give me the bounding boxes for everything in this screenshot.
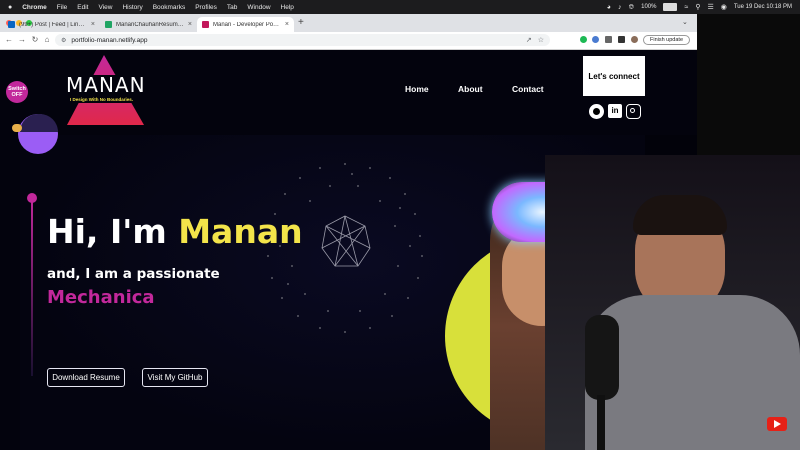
lets-connect-button[interactable]: Let's connect bbox=[583, 56, 645, 96]
address-bar[interactable]: ⚙ portfolio-manan.netlify.app ↗ ☆ bbox=[55, 34, 550, 46]
control-icon[interactable]: ◕ bbox=[607, 4, 611, 11]
menu-bookmarks[interactable]: Bookmarks bbox=[153, 4, 186, 11]
logo-wordmark: MANAN bbox=[66, 73, 146, 97]
theme-switch-button[interactable]: Switch OFF bbox=[6, 81, 28, 103]
visit-github-label: Visit My GitHub bbox=[147, 373, 203, 382]
browser-tab-strip: (99+) Post | Feed | LinkedIn × MananChau… bbox=[0, 14, 697, 32]
extensions-puzzle-icon[interactable] bbox=[605, 36, 612, 43]
menu-tab[interactable]: Tab bbox=[227, 4, 237, 11]
extension-blue-icon[interactable] bbox=[592, 36, 599, 43]
finish-update-button[interactable]: Finish update bbox=[643, 35, 690, 45]
new-tab-plus-icon[interactable]: + bbox=[298, 17, 304, 29]
logo-tagline: I Design With No Boundaries. bbox=[70, 97, 133, 102]
menu-chrome[interactable]: Chrome bbox=[22, 4, 47, 11]
tab-portfolio[interactable]: Manan - Developer Portfolio × bbox=[197, 17, 294, 32]
share-icon[interactable]: ↗ bbox=[526, 36, 532, 44]
microphone-icon bbox=[585, 315, 619, 400]
clock[interactable]: Tue 19 Dec 10:18 PM bbox=[734, 4, 792, 10]
tab-title: Manan - Developer Portfolio bbox=[213, 21, 281, 28]
home-icon[interactable]: ⌂ bbox=[42, 35, 52, 45]
tab-title: (99+) Post | Feed | LinkedIn bbox=[19, 21, 87, 28]
hero-name: Manan bbox=[178, 212, 303, 251]
tab-search-chevron-down-icon[interactable]: ⌄ bbox=[682, 17, 688, 29]
nav-contact[interactable]: Contact bbox=[512, 84, 544, 94]
visit-github-button[interactable]: Visit My GitHub bbox=[142, 368, 208, 387]
bluetooth-icon[interactable]: ⎊ bbox=[629, 4, 635, 11]
close-tab-icon[interactable]: × bbox=[184, 21, 192, 28]
portfolio-favicon-icon bbox=[202, 21, 209, 28]
menu-file[interactable]: File bbox=[57, 4, 67, 11]
menu-view[interactable]: View bbox=[98, 4, 112, 11]
drive-favicon-icon bbox=[105, 21, 112, 28]
spotlight-icon[interactable]: ⚲ bbox=[695, 4, 700, 11]
download-resume-button[interactable]: Download Resume bbox=[47, 368, 125, 387]
youtube-subscribe-icon[interactable] bbox=[767, 417, 787, 431]
url-text[interactable]: portfolio-manan.netlify.app bbox=[71, 37, 147, 44]
scroll-indicator-dot bbox=[27, 193, 37, 203]
github-icon[interactable] bbox=[589, 104, 604, 119]
apple-menu-icon[interactable]: ● bbox=[8, 4, 12, 11]
site-logo[interactable]: MANAN I Design With No Boundaries. bbox=[64, 53, 146, 125]
scroll-indicator bbox=[31, 196, 33, 376]
close-tab-icon[interactable]: × bbox=[87, 21, 95, 28]
tab-title: MananChauhanResume.pdf - bbox=[116, 21, 184, 28]
battery-icon[interactable] bbox=[663, 3, 678, 11]
decorative-lamp-icon bbox=[12, 114, 58, 154]
tab-resume-pdf[interactable]: MananChauhanResume.pdf - × bbox=[100, 17, 197, 32]
extension-green-icon[interactable] bbox=[580, 36, 587, 43]
linkedin-icon[interactable]: in bbox=[608, 104, 622, 118]
menu-profiles[interactable]: Profiles bbox=[195, 4, 217, 11]
control-center-icon[interactable]: ☰ bbox=[707, 4, 713, 11]
tab-linkedin[interactable]: (99+) Post | Feed | LinkedIn × bbox=[3, 17, 100, 32]
audio-icon[interactable]: ♪ bbox=[618, 4, 622, 11]
particle-globe bbox=[267, 163, 423, 333]
hero-role-typing: Mechanica bbox=[47, 287, 155, 308]
menu-window[interactable]: Window bbox=[247, 4, 270, 11]
wifi-icon[interactable]: ≈ bbox=[684, 4, 688, 11]
site-info-icon[interactable]: ⚙ bbox=[61, 37, 66, 44]
menu-history[interactable]: History bbox=[122, 4, 142, 11]
menu-help[interactable]: Help bbox=[281, 4, 294, 11]
profile-avatar[interactable] bbox=[631, 36, 638, 43]
reload-icon[interactable]: ↻ bbox=[30, 35, 40, 45]
browser-toolbar: ← → ↻ ⌂ ⚙ portfolio-manan.netlify.app ↗ … bbox=[0, 32, 697, 50]
instagram-icon[interactable] bbox=[626, 104, 641, 119]
desktop-background bbox=[697, 14, 800, 155]
switch-state-label: OFF bbox=[11, 92, 23, 98]
close-tab-icon[interactable]: × bbox=[281, 21, 289, 28]
bookmark-star-icon[interactable]: ☆ bbox=[538, 36, 544, 44]
nav-home[interactable]: Home bbox=[405, 84, 429, 94]
hero-heading: Hi, I'm Manan bbox=[47, 212, 303, 251]
menu-edit[interactable]: Edit bbox=[77, 4, 88, 11]
sidebar-toggle-icon[interactable] bbox=[618, 36, 625, 43]
siri-icon[interactable]: ◉ bbox=[721, 4, 727, 11]
linkedin-favicon-icon bbox=[8, 21, 15, 28]
nav-about[interactable]: About bbox=[458, 84, 483, 94]
forward-arrow-icon[interactable]: → bbox=[17, 35, 27, 45]
webcam-overlay bbox=[545, 155, 800, 450]
finish-update-label: Finish update bbox=[649, 37, 684, 43]
download-resume-label: Download Resume bbox=[52, 373, 120, 382]
macos-menubar: ● Chrome File Edit View History Bookmark… bbox=[0, 0, 800, 14]
hero-subline: and, I am a passionate bbox=[47, 266, 220, 282]
battery-percent: 100% bbox=[641, 4, 657, 10]
back-arrow-icon[interactable]: ← bbox=[4, 35, 14, 45]
hero-greeting: Hi, I'm bbox=[47, 212, 179, 251]
lets-connect-label: Let's connect bbox=[588, 71, 640, 81]
